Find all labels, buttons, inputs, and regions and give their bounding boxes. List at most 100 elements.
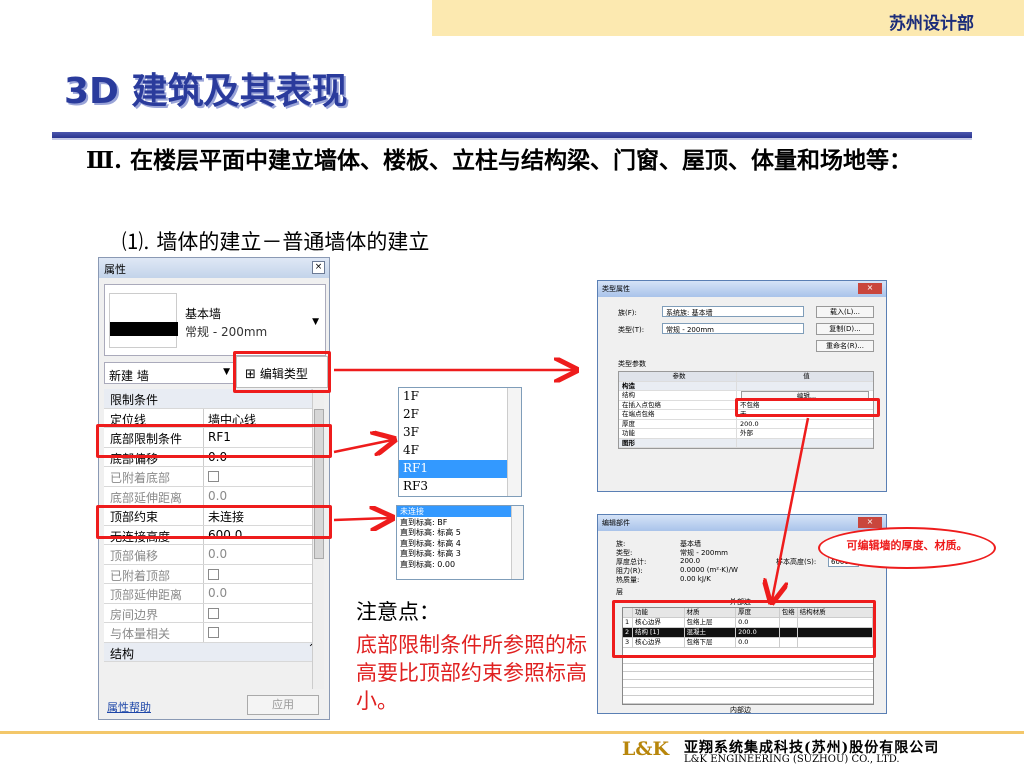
property-name: 房间边界 bbox=[104, 603, 204, 622]
param-name: 构造 bbox=[619, 381, 737, 390]
top-constraint-option[interactable]: 直到标高: BF bbox=[397, 517, 523, 528]
property-row[interactable]: 顶部延伸距离 0.0 bbox=[104, 584, 322, 604]
chevron-down-icon[interactable]: ▼ bbox=[312, 317, 319, 327]
property-row[interactable]: 底部延伸距离 0.0 bbox=[104, 486, 322, 506]
note-title: 注意点： bbox=[356, 600, 440, 624]
property-value[interactable] bbox=[204, 467, 322, 486]
load-button[interactable]: 载入(L)... bbox=[816, 306, 874, 318]
rename-button[interactable]: 重命名(R)... bbox=[816, 340, 874, 352]
level-option[interactable]: 1F bbox=[399, 388, 521, 406]
properties-title: 属性 bbox=[104, 263, 126, 276]
arrow-to-level-list bbox=[333, 440, 392, 452]
property-value[interactable]: 0.0 bbox=[204, 545, 322, 564]
thermal-mass-label: 热质量: bbox=[616, 576, 640, 584]
base-constraint-highlight bbox=[96, 424, 332, 458]
layers-label: 层 bbox=[616, 588, 623, 596]
family-label: 族(F): bbox=[618, 309, 637, 317]
table-header: 参数 值 bbox=[619, 372, 873, 382]
note-body: 底部限制条件所参照的标高要比顶部约束参照标高小。 bbox=[356, 633, 587, 713]
property-row[interactable]: 顶部偏移 0.0 bbox=[104, 545, 322, 565]
property-row[interactable]: 房间边界 bbox=[104, 603, 322, 623]
property-group[interactable]: 结构⌃ bbox=[104, 642, 322, 662]
property-value[interactable] bbox=[204, 623, 322, 642]
company-name-en: L&K ENGINEERING (SUZHOU) CO., LTD. bbox=[684, 754, 900, 765]
properties-help-link[interactable]: 属性帮助 bbox=[107, 699, 151, 715]
type-select[interactable]: 常规 - 200mm bbox=[662, 323, 804, 334]
top-constraint-option[interactable]: 直到标高: 0.00 bbox=[397, 559, 523, 570]
list-scrollbar[interactable] bbox=[507, 388, 521, 496]
close-icon[interactable]: × bbox=[312, 261, 325, 274]
properties-panel: 属性× 基本墙 常规 - 200mm ▼ 新建 墙▼ 限制条件⌃定位线墙中心线底… bbox=[98, 257, 330, 720]
dialog-titlebar: 类型属性 × bbox=[598, 281, 886, 297]
param-value[interactable]: 外部 bbox=[737, 429, 873, 438]
sample-height-label: 样本高度(S): bbox=[776, 558, 817, 566]
top-constraint-dropdown[interactable]: 未连接 直到标高: BF 直到标高: 标高 5 直到标高: 标高 4 直到标高: 标高 … bbox=[396, 505, 524, 580]
param-group[interactable]: 图形 bbox=[619, 438, 873, 448]
property-value[interactable]: 0.0 bbox=[204, 487, 322, 506]
company-logo: L&K bbox=[622, 738, 669, 760]
level-option[interactable]: RF1 bbox=[399, 460, 521, 478]
callout-bubble: 可编辑墙的厚度、材质。 bbox=[818, 527, 996, 569]
property-name: 底部延伸距离 bbox=[104, 486, 204, 505]
param-value[interactable]: 200.0 bbox=[737, 420, 873, 429]
level-option[interactable]: 2F bbox=[399, 406, 521, 424]
property-row[interactable]: 已附着顶部 bbox=[104, 564, 322, 584]
property-value[interactable] bbox=[204, 565, 322, 584]
dept-label: 苏州设计部 bbox=[889, 14, 974, 34]
top-constraint-highlight bbox=[96, 505, 332, 539]
layer-empty-row bbox=[623, 672, 873, 680]
page-title: 3D 建筑及其表现 bbox=[64, 71, 348, 112]
param-name: 结构 bbox=[619, 391, 737, 400]
list-scrollbar[interactable] bbox=[511, 506, 523, 579]
top-constraint-option[interactable]: 直到标高: 标高 3 bbox=[397, 548, 523, 559]
checkbox[interactable] bbox=[208, 471, 219, 482]
property-value[interactable] bbox=[204, 604, 322, 623]
apply-button[interactable]: 应用 bbox=[247, 695, 319, 715]
close-icon[interactable]: × bbox=[858, 517, 882, 528]
edit-type-highlight bbox=[233, 351, 331, 393]
property-value[interactable]: 0.0 bbox=[204, 584, 322, 603]
top-constraint-option[interactable]: 直到标高: 标高 4 bbox=[397, 538, 523, 549]
interior-side-label: 内部边 bbox=[730, 706, 751, 714]
param-name: 图形 bbox=[619, 438, 737, 447]
close-icon[interactable]: × bbox=[858, 283, 882, 294]
instance-filter[interactable]: 新建 墙 ▼ bbox=[104, 362, 234, 384]
type-selector[interactable]: 基本墙 常规 - 200mm ▼ bbox=[104, 284, 326, 356]
property-name: 结构 bbox=[110, 646, 135, 661]
param-value[interactable] bbox=[737, 439, 873, 448]
top-constraint-option[interactable]: 直到标高: 标高 5 bbox=[397, 527, 523, 538]
checkbox[interactable] bbox=[208, 627, 219, 638]
property-name: 顶部延伸距离 bbox=[104, 584, 204, 603]
wall-swatch-icon bbox=[109, 293, 178, 348]
duplicate-button[interactable]: 复制(D)... bbox=[816, 323, 874, 335]
param-name: 厚度 bbox=[619, 419, 737, 428]
type-params-label: 类型参数 bbox=[618, 360, 646, 368]
type-label: 类型(T): bbox=[618, 326, 645, 334]
param-value[interactable] bbox=[737, 382, 873, 391]
top-constraint-option[interactable]: 未连接 bbox=[397, 506, 523, 517]
col-value: 值 bbox=[803, 372, 810, 380]
checkbox[interactable] bbox=[208, 568, 219, 580]
chevron-down-icon[interactable]: ▼ bbox=[223, 367, 230, 377]
base-level-dropdown[interactable]: 1F 2F 3F 4F RF1 RF3 bbox=[398, 387, 522, 497]
arrow-to-top-list bbox=[333, 518, 390, 520]
checkbox[interactable] bbox=[208, 607, 219, 619]
level-option[interactable]: 4F bbox=[399, 442, 521, 460]
property-row[interactable]: 与体量相关 bbox=[104, 623, 322, 643]
properties-footer: 属性帮助 应用 bbox=[99, 691, 329, 719]
dialog-title: 编辑部件 bbox=[602, 519, 630, 527]
param-row[interactable]: 功能 外部 bbox=[619, 429, 873, 439]
param-name: 功能 bbox=[619, 429, 737, 438]
property-row[interactable]: 已附着底部 bbox=[104, 467, 322, 487]
family-select[interactable]: 系统族: 基本墙 bbox=[662, 306, 804, 317]
dialog-titlebar: 编辑部件 × bbox=[598, 515, 886, 531]
param-group[interactable]: 构造 bbox=[619, 381, 873, 391]
level-option[interactable]: 3F bbox=[399, 424, 521, 442]
param-row[interactable]: 厚度 200.0 bbox=[619, 419, 873, 429]
level-option[interactable]: RF3 bbox=[399, 478, 521, 496]
property-name: 已附着顶部 bbox=[104, 564, 204, 583]
layer-empty-row bbox=[623, 696, 873, 704]
property-name: 顶部偏移 bbox=[104, 545, 204, 564]
layer-empty-row bbox=[623, 688, 873, 696]
section-heading: Ⅲ. 在楼层平面中建立墙体、楼板、立柱与结构梁、门窗、屋顶、体量和场地等： bbox=[86, 147, 913, 174]
